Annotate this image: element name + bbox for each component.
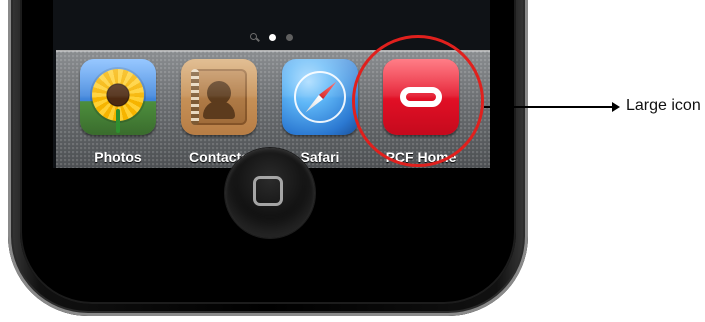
- dock-app-pcf-home[interactable]: PCF Home: [381, 59, 461, 168]
- contacts-icon[interactable]: [181, 59, 257, 135]
- page-dot[interactable]: [286, 33, 293, 41]
- app-label: Photos: [94, 149, 142, 165]
- dock-app-safari[interactable]: Safari: [280, 59, 360, 168]
- search-icon[interactable]: [250, 32, 259, 42]
- page-indicator: [53, 31, 490, 43]
- callout-line: [484, 106, 612, 108]
- photos-icon[interactable]: [80, 59, 156, 135]
- page-dot-active[interactable]: [269, 33, 276, 41]
- dock-app-photos[interactable]: Photos: [78, 59, 158, 168]
- stem-icon: [116, 109, 120, 133]
- arrow-right-icon: [612, 102, 620, 112]
- binder-rings-icon: [191, 69, 199, 125]
- app-label: PCF Home: [385, 149, 457, 165]
- callout-label: Large icon: [626, 97, 701, 114]
- pcf-logo-icon: [400, 87, 442, 107]
- pcf-home-icon[interactable]: [383, 59, 459, 135]
- safari-icon[interactable]: [282, 59, 358, 135]
- phone-frame: Photos Contacts Safari PCF Home: [8, 0, 528, 316]
- home-square-icon: [253, 176, 283, 206]
- dock-app-contacts[interactable]: Contacts: [179, 59, 259, 168]
- home-screen: Photos Contacts Safari PCF Home: [53, 0, 490, 168]
- home-button[interactable]: [225, 148, 315, 238]
